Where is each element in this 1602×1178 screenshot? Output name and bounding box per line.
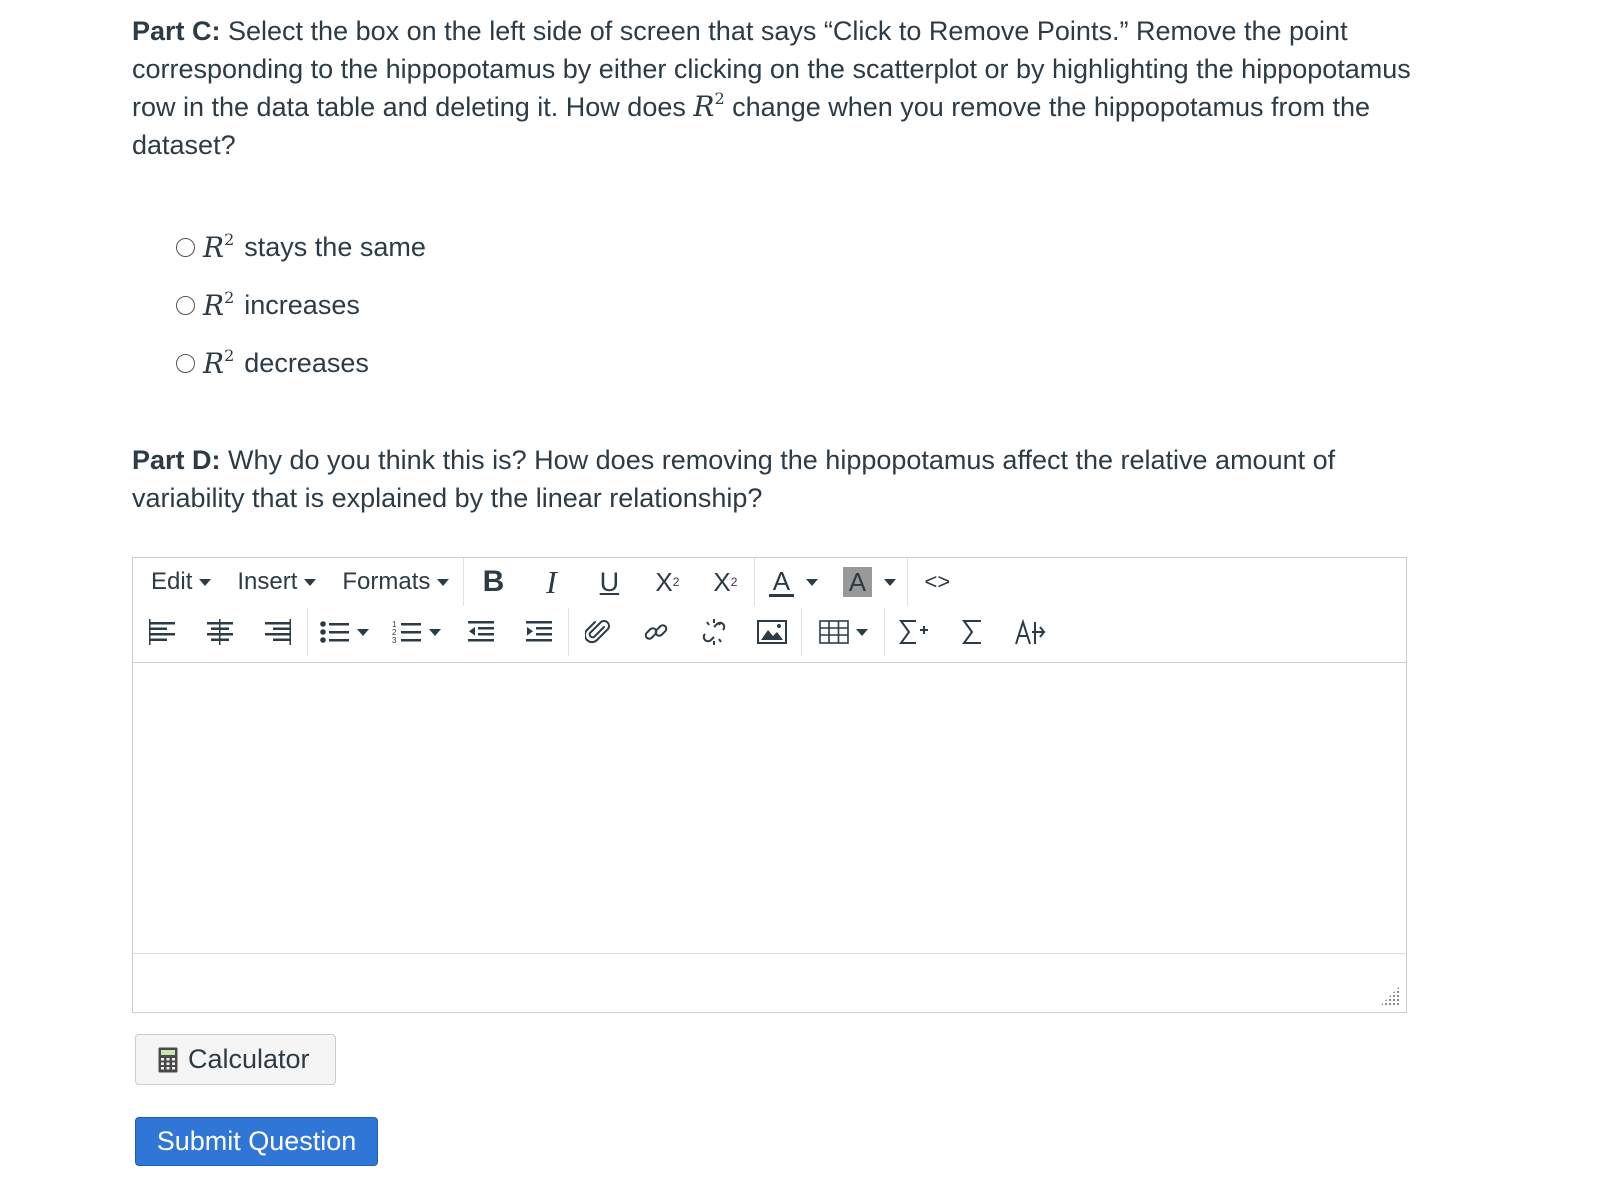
- align-right-icon[interactable]: [249, 612, 307, 652]
- link-icon[interactable]: [627, 612, 685, 652]
- sigma-icon[interactable]: [943, 612, 1001, 652]
- choice-label: stays the same: [244, 231, 426, 262]
- toolbar-row-2: 123: [133, 608, 1059, 656]
- formats-menu[interactable]: Formats: [324, 562, 463, 602]
- table-icon[interactable]: [802, 612, 884, 652]
- submit-question-button[interactable]: Submit Question: [135, 1117, 378, 1166]
- align-left-icon[interactable]: [133, 612, 191, 652]
- editor-content-area[interactable]: [133, 663, 1406, 954]
- caret-down-icon: [304, 578, 317, 586]
- background-color-button[interactable]: A: [831, 562, 907, 602]
- outdent-icon[interactable]: [452, 612, 510, 652]
- superscript-button[interactable]: X2: [696, 562, 754, 602]
- align-center-icon[interactable]: [191, 612, 249, 652]
- r-squared-symbol: R2: [203, 287, 235, 322]
- editor-status-bar: [133, 954, 1406, 1012]
- choice-label: decreases: [244, 347, 369, 378]
- calculator-label: Calculator: [188, 1044, 310, 1074]
- part-d-label: Part D:: [132, 445, 221, 475]
- choice-increases[interactable]: R2 increases: [176, 276, 426, 334]
- calculator-icon: [158, 1047, 178, 1073]
- caret-down-icon: [199, 578, 212, 586]
- part-c-label: Part C:: [132, 16, 221, 46]
- edit-menu[interactable]: Edit: [133, 562, 219, 602]
- choice-decreases[interactable]: R2 decreases: [176, 334, 426, 392]
- subscript-button[interactable]: X2: [638, 562, 696, 602]
- bold-button[interactable]: B: [464, 562, 522, 602]
- caret-down-icon: [356, 628, 369, 636]
- answer-choices: R2 stays the same R2 increases R2 decrea…: [176, 218, 426, 392]
- calculator-button[interactable]: Calculator: [135, 1034, 336, 1085]
- r-squared-symbol: R2: [693, 89, 725, 123]
- caret-down-icon: [428, 628, 441, 636]
- part-d-question: Part D: Why do you think this is? How do…: [132, 441, 1412, 517]
- radio-button[interactable]: [176, 295, 195, 315]
- part-c-question: Part C: Select the box on the left side …: [132, 12, 1412, 164]
- part-d-text: Why do you think this is? How does remov…: [132, 445, 1336, 513]
- equation-insert-icon[interactable]: [885, 612, 943, 652]
- unlink-icon[interactable]: [685, 612, 743, 652]
- radio-button[interactable]: [176, 237, 195, 257]
- text-direction-icon[interactable]: [1001, 612, 1059, 652]
- code-view-button[interactable]: <>: [908, 562, 966, 602]
- caret-down-icon: [884, 578, 897, 586]
- indent-icon[interactable]: [510, 612, 568, 652]
- rich-text-editor: Edit Insert Formats B I U X2 X2 A A <> 1…: [132, 557, 1407, 1013]
- toolbar-row-1: Edit Insert Formats B I U X2 X2 A A <>: [133, 558, 966, 606]
- insert-menu[interactable]: Insert: [219, 562, 324, 602]
- editor-toolbar: Edit Insert Formats B I U X2 X2 A A <> 1…: [133, 558, 1406, 663]
- r-squared-symbol: R2: [203, 229, 235, 264]
- r-squared-symbol: R2: [203, 345, 235, 380]
- text-color-button[interactable]: A: [755, 562, 831, 602]
- caret-down-icon: [806, 578, 819, 586]
- bullet-list-icon[interactable]: [308, 612, 380, 652]
- choice-label: increases: [244, 289, 360, 320]
- svg-text:3: 3: [392, 636, 397, 645]
- resize-handle-icon[interactable]: [1380, 986, 1400, 1006]
- attachment-icon[interactable]: [569, 612, 627, 652]
- caret-down-icon: [855, 628, 868, 636]
- image-icon[interactable]: [743, 612, 801, 652]
- numbered-list-icon[interactable]: 123: [380, 612, 452, 652]
- italic-button[interactable]: I: [522, 562, 580, 602]
- radio-button[interactable]: [176, 353, 195, 373]
- choice-stays-same[interactable]: R2 stays the same: [176, 218, 426, 276]
- caret-down-icon: [437, 578, 450, 586]
- underline-button[interactable]: U: [580, 562, 638, 602]
